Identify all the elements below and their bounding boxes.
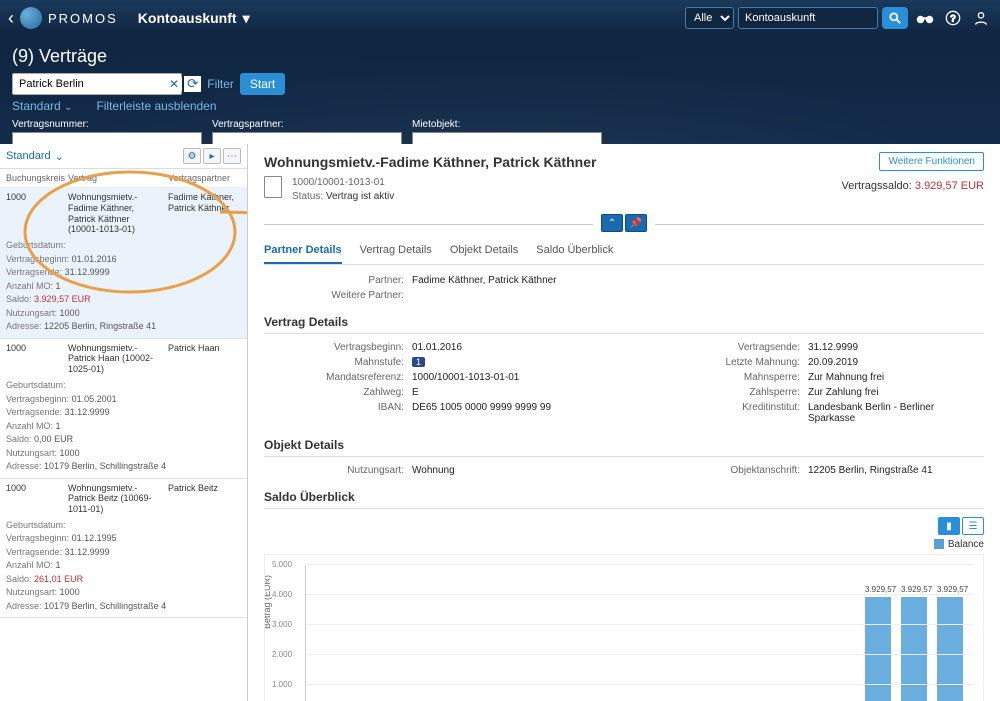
scope-select[interactable]: Alle [685,7,734,29]
status-label: Status: [292,191,323,202]
tab-objekt-details[interactable]: Objekt Details [450,238,518,264]
vertragspartner-label: Vertragspartner: [212,119,402,130]
settings-icon[interactable]: ⚙ [183,148,201,164]
user-icon[interactable] [970,7,992,29]
contracts-sidebar: Standard ⌄ ⚙ ▸ ⋯ BuchungskreisVertragVer… [0,144,248,701]
vertragsnummer-label: Vertragsnummer: [12,119,202,130]
module-label: Kontoauskunft [138,10,237,26]
document-icon [264,176,282,198]
hide-filter-link[interactable]: Filterleiste ausblenden [96,99,216,113]
help-icon[interactable]: ? [942,7,964,29]
more-icon[interactable]: ⋯ [223,148,241,164]
clear-icon[interactable]: ✕ [166,77,182,91]
list-item[interactable]: 1000Wohnungsmietv.-Patrick Beitz (10069-… [0,479,247,619]
mietobjekt-label: Mietobjekt: [412,119,602,130]
objekt-section: Objekt Details Nutzungsart:Wohnung Objek… [264,438,984,476]
partner-section: Partner:Fadime Käthner, Patrick Käthner … [264,275,984,301]
svg-text:?: ? [950,13,955,23]
global-search-input[interactable] [738,7,878,29]
contract-id: 1000/10001-1013-01 [292,176,394,190]
list-item[interactable]: 1000Wohnungsmietv.-Patrick Haan (10002-1… [0,339,247,479]
start-button[interactable]: Start [240,73,285,95]
more-functions-button[interactable]: Weitere Funktionen [879,152,984,171]
binoculars-icon[interactable] [914,7,936,29]
tab-partner-details[interactable]: Partner Details [264,238,342,264]
chevron-down-icon: ⌄ [55,150,64,163]
mahnstufe-badge: 1 [412,357,425,367]
page-title: (9) Verträge [12,46,988,67]
filter-banner: (9) Verträge ✕ ⟳ Filter Start Standard ⌄… [0,36,1000,144]
chart-bar: 3.929,57 [937,597,963,701]
quick-search-input[interactable] [12,73,182,95]
contract-saldo: Vertragssaldo: 3.929,57 EUR [842,180,985,192]
chart-bar: 3.929,57 [901,597,927,701]
search-button[interactable] [882,7,908,29]
chart-bar: 3.929,57 [865,597,891,701]
export-icon[interactable]: ▸ [203,148,221,164]
tab-saldo-ueberblick[interactable]: Saldo Überblick [536,238,613,264]
app-header: ‹ PROMOS Kontoauskunft ▾ Alle ? [0,0,1000,36]
sidebar-standard-dropdown[interactable]: Standard ⌄ [6,150,64,163]
magnifier-icon [888,11,902,25]
tab-vertrag-details[interactable]: Vertrag Details [360,238,432,264]
filter-link[interactable]: Filter [207,77,234,91]
back-button[interactable]: ‹ [8,8,14,29]
status-value: Vertrag ist aktiv [326,191,394,202]
list-item[interactable]: 1000Wohnungsmietv.-Fadime Käthner, Patri… [0,188,247,339]
sidebar-columns: BuchungskreisVertragVertragspartner [0,169,247,188]
detail-panel: Weitere Funktionen Wohnungsmietv.-Fadime… [248,144,1000,701]
brand-logo [20,7,42,29]
chart-view-button[interactable]: ▮ [938,517,960,535]
balance-chart: Betrag (EUR) 3.929,573.929,573.929,57 1.… [264,554,984,701]
brand-name: PROMOS [48,11,118,26]
pin-detail-button[interactable]: 📌 [625,214,647,232]
saldo-section: Saldo Überblick ▮ ☰ Balance Betrag (EUR)… [264,490,984,701]
chart-legend: Balance [264,539,984,550]
standard-dropdown[interactable]: Standard ⌄ [12,99,72,113]
collapse-detail-button[interactable]: ⌃ [601,214,623,232]
detail-tabs: Partner Details Vertrag Details Objekt D… [264,238,984,265]
chevron-down-icon: ⌄ [64,102,72,113]
module-title[interactable]: Kontoauskunft ▾ [138,10,250,27]
refresh-icon[interactable]: ⟳ [184,76,201,92]
table-view-button[interactable]: ☰ [962,517,984,535]
vertrag-section: Vertrag Details Vertragsbeginn:01.01.201… [264,315,984,424]
detail-title: Wohnungsmietv.-Fadime Käthner, Patrick K… [264,154,984,170]
dropdown-icon: ▾ [243,10,250,27]
